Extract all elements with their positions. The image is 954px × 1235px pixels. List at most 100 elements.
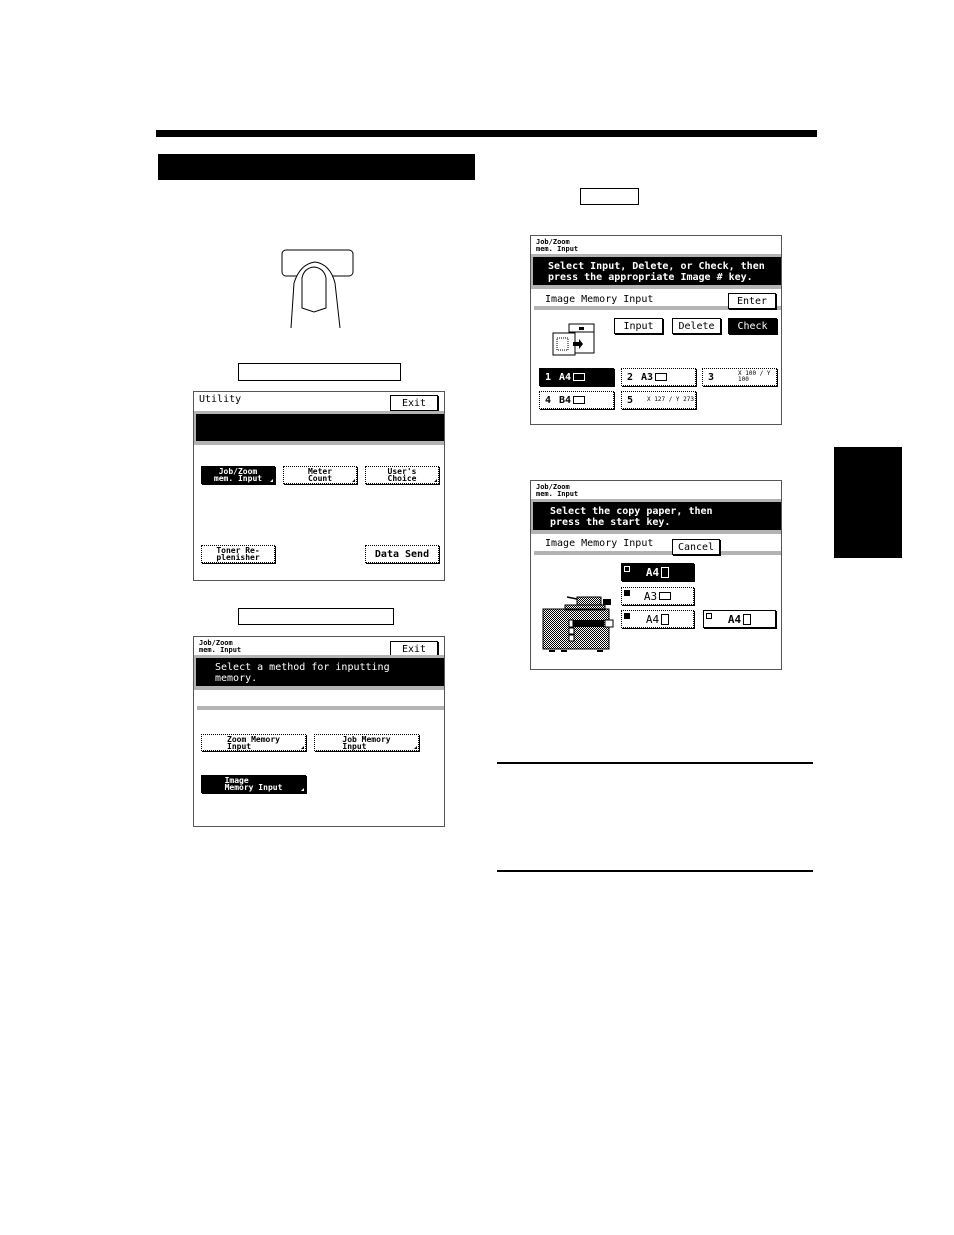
image-memory-input-screen: Job/Zoom mem. Input Select Input, Delete,… <box>530 235 782 425</box>
chapter-side-tab <box>834 447 902 558</box>
corner-icon <box>301 788 304 791</box>
divider <box>534 551 781 555</box>
paper-size: A3 <box>643 589 658 603</box>
title-line2: mem. Input <box>199 646 242 654</box>
tray-number-icon <box>624 613 630 619</box>
zoom-ratio: X 100 / Y 100 <box>738 370 771 383</box>
key-label-box-image <box>580 188 639 205</box>
image-memory-1-button[interactable]: 1 A4 <box>539 368 614 386</box>
message-bar <box>196 414 444 441</box>
paper-size: A4 <box>645 612 660 626</box>
image-memory-3-button[interactable]: 3 X 100 / Y 100 <box>702 368 777 386</box>
message-frame: Select Input, Delete, or Check, then pres… <box>531 254 781 289</box>
landscape-paper-icon <box>573 396 586 404</box>
tray-2-button[interactable]: A3 <box>621 587 694 605</box>
label-line2: Memory Input <box>224 783 283 792</box>
screen-title: Job/Zoom mem. Input <box>199 640 241 654</box>
message-bar: Select the copy paper, then press the sta… <box>533 502 781 530</box>
message-frame: Select the copy paper, then press the sta… <box>531 499 781 534</box>
message-line2: press the start key. <box>550 517 671 528</box>
message-bar: Select Input, Delete, or Check, then pres… <box>533 257 781 285</box>
corner-icon <box>414 746 417 749</box>
key-label-box-job-zoom <box>238 608 394 625</box>
button-label: Toner Re-plenisher <box>216 547 260 562</box>
title-line2: mem. Input <box>536 490 579 498</box>
tray-3-button[interactable]: A4 <box>621 610 694 628</box>
landscape-paper-icon <box>659 592 672 600</box>
button-label: Check <box>737 320 768 332</box>
paper-size: B4 <box>559 394 572 406</box>
corner-icon <box>270 479 273 482</box>
label-line2: plenisher <box>216 553 260 562</box>
paper-select-screen: Job/Zoom mem. Input Select the copy paper… <box>530 480 782 670</box>
paper-size: A4 <box>559 371 572 383</box>
button-label: Data Send <box>374 548 430 560</box>
paper-size: A4 <box>645 565 660 579</box>
message-frame <box>194 411 444 445</box>
memory-number: 1 <box>545 371 552 383</box>
message-line1: Select the copy paper, then <box>550 506 713 517</box>
image-memory-input-button[interactable]: Image Memory Input <box>201 775 306 793</box>
panel-title: Image Memory Input <box>545 294 654 305</box>
note-bottom-rule <box>497 870 813 872</box>
panel-title: Image Memory Input <box>545 538 654 549</box>
screen-title: Job/Zoom mem. Input <box>536 484 578 498</box>
exit-button[interactable]: Exit <box>390 395 438 411</box>
image-memory-2-button[interactable]: 2 A3 <box>621 368 696 386</box>
label-line2: Input <box>342 741 367 751</box>
section-heading-bar <box>158 154 475 180</box>
exit-label: Exit <box>401 643 427 655</box>
landscape-paper-icon <box>573 373 586 381</box>
exit-label: Exit <box>401 397 427 409</box>
lcc-icon <box>706 613 712 619</box>
label-line2: Input <box>227 741 252 751</box>
note-top-rule <box>497 762 813 764</box>
input-button[interactable]: Input <box>614 318 663 334</box>
delete-button[interactable]: Delete <box>672 318 721 334</box>
top-rule <box>156 130 817 137</box>
label-line2: mem. Input <box>213 474 263 483</box>
corner-icon <box>352 479 355 482</box>
message-line2: press the appropriate Image # key. <box>548 272 753 283</box>
label-line2: Count <box>307 474 333 483</box>
tray-number-icon <box>624 566 630 572</box>
message-line1: Select Input, Delete, or Check, then <box>548 261 765 272</box>
memory-number: 5 <box>627 394 634 406</box>
image-memory-5-button[interactable]: 5 X 127 / Y 273 <box>621 391 696 409</box>
button-label: Input <box>623 320 654 332</box>
finger-press-key-icon <box>281 249 354 328</box>
portrait-paper-icon <box>661 613 670 625</box>
image-memory-4-button[interactable]: 4 B4 <box>539 391 614 409</box>
meter-count-button[interactable]: Meter Count <box>283 466 357 484</box>
job-zoom-mem-input-button[interactable]: Job/Zoom mem. Input <box>201 466 275 484</box>
job-memory-input-button[interactable]: Job Memory Input <box>314 734 419 751</box>
zoom-memory-input-button[interactable]: Zoom Memory Input <box>201 734 306 751</box>
landscape-paper-icon <box>655 373 668 381</box>
corner-icon <box>301 746 304 749</box>
memory-number: 3 <box>708 371 715 383</box>
tray-1-button[interactable]: A4 <box>621 563 694 581</box>
check-button[interactable]: Check <box>728 318 777 334</box>
button-label: Image Memory Input <box>224 777 283 792</box>
button-label: Job Memory Input <box>342 735 390 751</box>
document-copy-icon <box>552 323 595 356</box>
key-label-box-utility <box>238 363 401 381</box>
data-send-button[interactable]: Data Send <box>365 545 439 563</box>
title-line2: mem. Input <box>536 245 579 253</box>
portrait-paper-icon <box>743 613 752 625</box>
divider <box>197 706 444 710</box>
toner-replenisher-button[interactable]: Toner Re-plenisher <box>201 545 275 563</box>
message-bar: Select a method for inputting memory. <box>196 658 444 686</box>
copier-machine-icon <box>542 596 614 652</box>
button-label: Zoom Memory Input <box>227 735 280 751</box>
portrait-paper-icon <box>661 566 670 578</box>
button-label: Job/Zoom mem. Input <box>213 468 263 483</box>
paper-size: A3 <box>641 371 654 383</box>
lcc-tray-button[interactable]: A4 <box>703 610 776 628</box>
cancel-button[interactable]: Cancel <box>672 539 720 555</box>
paper-size: A4 <box>727 612 742 626</box>
enter-button[interactable]: Enter <box>728 293 776 309</box>
utility-screen: Utility Exit Job/Zoom mem. Input Meter Cou… <box>193 391 445 581</box>
corner-icon <box>434 479 437 482</box>
users-choice-button[interactable]: User's Choice <box>365 466 439 484</box>
